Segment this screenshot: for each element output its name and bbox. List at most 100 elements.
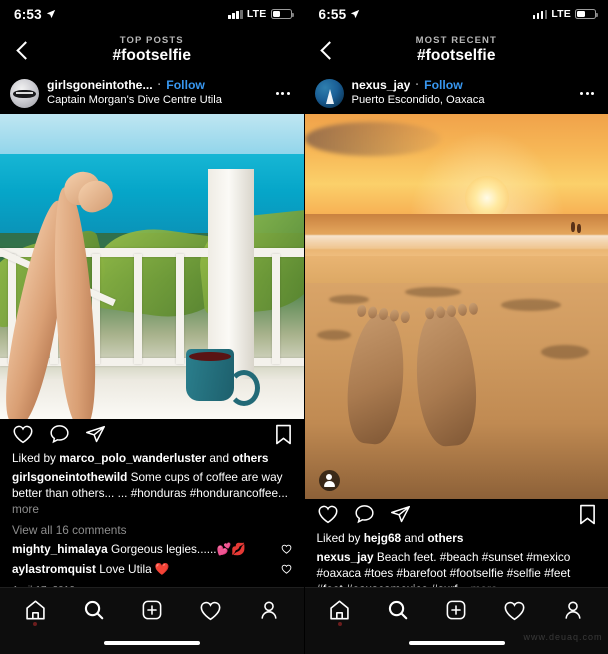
caption-username[interactable]: girlsgoneintothewild: [12, 470, 127, 484]
photo-baluster: [134, 254, 142, 365]
post-username[interactable]: nexus_jay: [352, 78, 411, 92]
post-header-text: nexus_jay · Follow Puerto Escondido, Oax…: [352, 78, 569, 107]
caption-more-link[interactable]: more: [12, 502, 39, 516]
tab-create[interactable]: [132, 591, 172, 629]
tab-search[interactable]: [378, 591, 418, 629]
post-actions: [305, 499, 608, 529]
bookmark-icon[interactable]: [275, 424, 292, 445]
comment-like-icon[interactable]: [281, 563, 292, 577]
comment-username[interactable]: mighty_himalaya: [12, 542, 108, 556]
post-location[interactable]: Puerto Escondido, Oaxaca: [352, 94, 569, 107]
tab-create[interactable]: [436, 591, 476, 629]
avatar[interactable]: [10, 78, 39, 108]
heart-icon: [504, 601, 525, 620]
post-photo[interactable]: [304, 114, 608, 499]
like-icon[interactable]: [317, 504, 339, 524]
comment-icon[interactable]: [354, 504, 375, 524]
likes-others[interactable]: others: [427, 531, 463, 545]
tagged-people-badge[interactable]: [318, 470, 340, 491]
back-button[interactable]: [10, 28, 40, 72]
watermark: www.deuaq.com: [523, 632, 603, 642]
signal-bars-icon: [228, 9, 243, 19]
likes-middle: and: [206, 451, 233, 465]
tab-activity[interactable]: [190, 591, 230, 629]
person-icon: [326, 474, 332, 480]
likes-middle: and: [401, 531, 428, 545]
photo-sand-shadow: [500, 298, 561, 311]
comment-item: aylastromquist Love Utila ❤️: [12, 562, 292, 577]
separator-dot: ·: [157, 79, 162, 92]
bookmark-icon[interactable]: [579, 504, 596, 525]
photo-person: [570, 221, 575, 232]
nav-header: MOST RECENT #footselfie: [305, 28, 608, 72]
status-time-group: 6:55: [319, 7, 361, 22]
follow-button[interactable]: Follow: [166, 78, 205, 92]
likes-username[interactable]: marco_polo_wanderluster: [59, 451, 206, 465]
comment-username[interactable]: aylastromquist: [12, 562, 96, 576]
home-indicator[interactable]: [408, 641, 505, 645]
post-header: nexus_jay · Follow Puerto Escondido, Oax…: [305, 72, 608, 114]
separator-dot: ·: [415, 79, 420, 92]
photo-sand-shadow: [540, 345, 589, 359]
share-icon[interactable]: [390, 504, 411, 524]
header-title-group: TOP POSTS #footselfie: [112, 34, 191, 64]
status-time: 6:55: [318, 6, 347, 22]
person-icon: [565, 601, 581, 619]
post-photo[interactable]: [0, 114, 304, 419]
tab-activity[interactable]: [495, 591, 535, 629]
tab-search[interactable]: [74, 591, 114, 629]
status-time-group: 6:53: [14, 7, 56, 22]
photo-sky: [0, 114, 304, 157]
status-bar: 6:55 LTE: [305, 0, 608, 28]
notification-dot: [33, 622, 38, 626]
comment-like-icon[interactable]: [281, 543, 292, 557]
plus-square-icon: [447, 600, 466, 620]
chevron-left-icon: [320, 40, 339, 60]
post-location[interactable]: Captain Morgan's Dive Centre Utila: [47, 94, 264, 107]
tab-bar-row: [0, 588, 304, 632]
like-icon[interactable]: [12, 424, 34, 444]
comment-icon[interactable]: [49, 424, 70, 444]
post-header-text: girlsgoneintothe... · Follow Captain Mor…: [47, 78, 264, 107]
photo-sand-shadow: [328, 294, 369, 304]
tab-home[interactable]: [320, 591, 360, 629]
follow-button[interactable]: Follow: [424, 78, 463, 92]
tab-bar: [0, 587, 304, 654]
comment-item: mighty_himalaya Gorgeous legies......💕💋: [12, 542, 292, 557]
home-indicator[interactable]: [104, 641, 200, 645]
avatar[interactable]: [314, 78, 344, 108]
share-icon[interactable]: [85, 424, 106, 444]
likes-line: Liked by hejg68 and others: [317, 530, 597, 547]
post-header-line: nexus_jay · Follow: [352, 78, 569, 92]
heart-icon: [200, 601, 221, 620]
back-button[interactable]: [315, 28, 345, 72]
likes-username[interactable]: hejg68: [364, 531, 401, 545]
tab-profile[interactable]: [249, 591, 289, 629]
status-indicators: LTE: [228, 8, 294, 20]
photo-person: [576, 223, 581, 233]
comment-text-group: aylastromquist Love Utila ❤️: [12, 562, 275, 577]
plus-square-icon: [142, 600, 162, 620]
likes-others[interactable]: others: [232, 451, 268, 465]
home-icon: [25, 600, 45, 620]
notification-dot: [337, 622, 342, 626]
chevron-left-icon: [15, 40, 35, 60]
status-indicators: LTE: [532, 8, 598, 20]
likes-prefix: Liked by: [316, 531, 364, 545]
home-icon: [330, 600, 349, 620]
post-username[interactable]: girlsgoneintothe...: [47, 78, 153, 92]
page-title: #footselfie: [416, 46, 496, 64]
tab-home[interactable]: [15, 591, 55, 629]
panel-top-posts: 6:53 LTE TOP POSTS #footselfie girlsgone…: [0, 0, 304, 654]
tab-profile[interactable]: [553, 591, 593, 629]
more-options-icon[interactable]: [576, 91, 598, 95]
search-icon: [388, 600, 408, 620]
photo-baluster: [176, 254, 184, 365]
more-options-icon[interactable]: [272, 91, 294, 95]
battery-icon: [575, 8, 598, 20]
header-kicker: TOP POSTS: [119, 34, 184, 46]
view-comments-link[interactable]: View all 16 comments: [12, 523, 292, 537]
nav-header: TOP POSTS #footselfie: [0, 28, 304, 72]
location-arrow-icon: [46, 9, 55, 19]
caption-username[interactable]: nexus_jay: [317, 550, 374, 564]
